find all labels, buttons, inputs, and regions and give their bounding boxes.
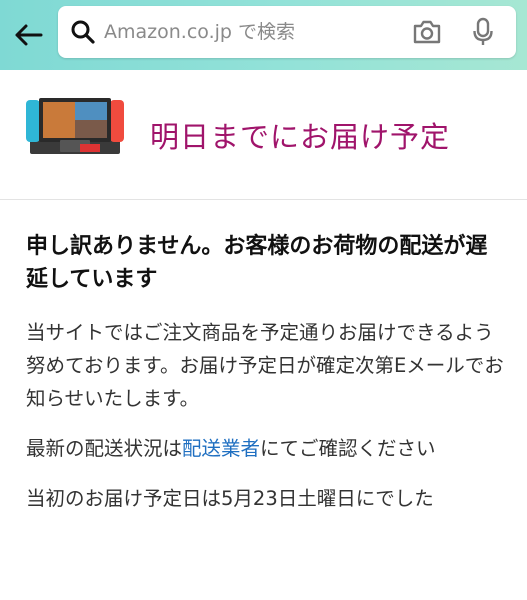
notice-heading: 申し訳ありません。お客様のお荷物の配送が遅延しています xyxy=(26,234,488,292)
carrier-link[interactable]: 配送業者 xyxy=(182,437,260,460)
mic-icon[interactable] xyxy=(472,17,494,47)
search-bar[interactable] xyxy=(58,6,516,58)
notice-paragraph-2: 最新の配送状況は配送業者にてご確認ください xyxy=(26,432,504,465)
delivery-estimate-title: 明日までにお届け予定 xyxy=(150,120,451,154)
search-input[interactable] xyxy=(104,6,404,58)
carrier-text-after: にてご確認ください xyxy=(260,437,436,460)
arrow-left-icon xyxy=(15,24,43,46)
notice-paragraph-3: 当初のお届け予定日は5月23日土曜日にでした xyxy=(26,487,434,510)
delay-notice: 申し訳ありません。お客様のお荷物の配送が遅延しています 当サイトではご注文商品を… xyxy=(26,230,504,515)
product-thumbnail[interactable] xyxy=(24,94,126,158)
delivery-banner: 明日までにお届け予定 xyxy=(0,70,527,200)
top-header xyxy=(0,0,527,70)
search-icon[interactable] xyxy=(70,19,96,45)
carrier-text-before: 最新の配送状況は xyxy=(26,437,183,460)
camera-icon[interactable] xyxy=(412,18,442,46)
notice-paragraph-1: 当サイトではご注文商品を予定通りお届けできるよう努めております。お届け予定日が確… xyxy=(26,321,504,410)
back-button[interactable] xyxy=(8,15,48,55)
